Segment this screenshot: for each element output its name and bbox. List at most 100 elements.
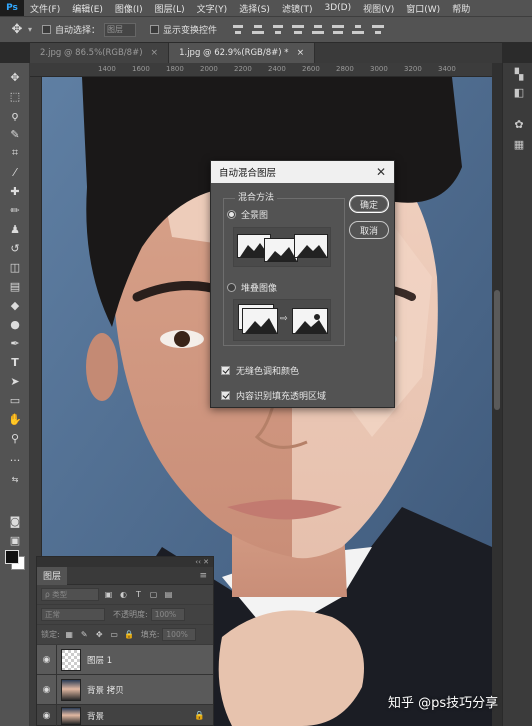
clone-stamp-icon[interactable]: ♟ bbox=[5, 221, 25, 237]
menu-help[interactable]: 帮助 bbox=[446, 2, 476, 15]
panorama-radio[interactable] bbox=[227, 210, 236, 219]
menu-filter[interactable]: 滤镜(T) bbox=[276, 2, 319, 15]
cancel-button[interactable]: 取消 bbox=[349, 221, 389, 239]
filter-pixel-icon[interactable]: ▣ bbox=[103, 589, 114, 600]
seamless-tones-option[interactable]: 无缝色调和颜色 bbox=[221, 364, 299, 377]
stack-radio[interactable] bbox=[227, 283, 236, 292]
filter-smart-object-icon[interactable]: ▤ bbox=[163, 589, 174, 600]
quick-select-tool-icon[interactable]: ✎ bbox=[5, 126, 25, 142]
auto-select-dropdown[interactable]: 图层 bbox=[104, 22, 137, 37]
distribute-center-icon[interactable] bbox=[371, 24, 385, 36]
marquee-tool-icon[interactable]: ⬚ bbox=[5, 88, 25, 104]
panel-menu-icon[interactable]: ≡ bbox=[199, 571, 207, 581]
rectangle-tool-icon[interactable]: ▭ bbox=[5, 392, 25, 408]
close-icon[interactable]: × bbox=[297, 48, 305, 58]
photoshop-logo-icon[interactable]: Ps bbox=[0, 0, 24, 16]
move-tool-icon[interactable]: ✥ bbox=[6, 21, 28, 39]
opacity-field[interactable]: 100% bbox=[150, 608, 185, 621]
filter-type-icon[interactable]: T bbox=[133, 589, 144, 600]
show-transform-checkbox[interactable] bbox=[150, 25, 160, 34]
type-tool-icon[interactable]: T bbox=[5, 354, 25, 370]
ok-button[interactable]: 确定 bbox=[349, 195, 389, 213]
more-tools-icon[interactable]: ··· bbox=[5, 452, 25, 468]
distribute-icon[interactable] bbox=[351, 24, 365, 36]
properties-panel-icon[interactable]: ◧ bbox=[511, 85, 527, 99]
align-right-icon[interactable] bbox=[271, 24, 285, 36]
tab-layers[interactable]: 图层 bbox=[37, 566, 68, 585]
menu-layer[interactable]: 图层(L) bbox=[149, 2, 191, 15]
swap-colors-icon[interactable]: ⇆ bbox=[5, 471, 25, 487]
menu-3d[interactable]: 3D(D) bbox=[318, 3, 357, 13]
history-brush-icon[interactable]: ↺ bbox=[5, 240, 25, 256]
hand-tool-icon[interactable]: ✋ bbox=[5, 411, 25, 427]
swatches-panel-icon[interactable]: ▦ bbox=[511, 137, 527, 151]
quick-mask-icon[interactable]: ◙ bbox=[5, 513, 25, 529]
align-center-icon[interactable] bbox=[251, 24, 265, 36]
lasso-tool-icon[interactable]: ϙ bbox=[5, 107, 25, 123]
align-left-icon[interactable] bbox=[231, 24, 245, 36]
lock-artboard-icon[interactable]: ▭ bbox=[109, 629, 120, 640]
healing-brush-icon[interactable]: ✚ bbox=[5, 183, 25, 199]
fill-label: 填充: bbox=[140, 630, 160, 639]
foreground-color-swatch[interactable] bbox=[5, 550, 19, 564]
auto-select-checkbox[interactable] bbox=[42, 25, 52, 34]
vertical-scrollbar[interactable] bbox=[494, 290, 500, 410]
layer-row[interactable]: ◉ 背景 🔒 bbox=[37, 705, 213, 726]
align-top-icon[interactable] bbox=[291, 24, 305, 36]
chevron-down-icon[interactable]: ▾ bbox=[28, 25, 32, 34]
content-aware-fill-checkbox[interactable] bbox=[221, 391, 230, 400]
layer-row[interactable]: ◉ 背景 拷贝 bbox=[37, 674, 213, 705]
visibility-eye-icon[interactable]: ◉ bbox=[37, 705, 57, 726]
layer-row[interactable]: ◉ 图层 1 bbox=[37, 644, 213, 675]
menu-type[interactable]: 文字(Y) bbox=[191, 2, 234, 15]
menu-file[interactable]: 文件(F) bbox=[24, 2, 66, 15]
horizontal-ruler[interactable]: 1400 1600 1800 2000 2200 2400 2600 2800 … bbox=[30, 63, 502, 77]
menu-image[interactable]: 图像(I) bbox=[109, 2, 149, 15]
screen-mode-icon[interactable]: ▣ bbox=[5, 532, 25, 548]
lock-position-icon[interactable]: ✥ bbox=[94, 629, 105, 640]
tab-1jpg[interactable]: 1.jpg @ 62.9%(RGB/8#) * × bbox=[169, 43, 316, 63]
filter-shape-icon[interactable]: ▢ bbox=[148, 589, 159, 600]
panorama-option[interactable]: 全景图 bbox=[227, 208, 268, 221]
menu-window[interactable]: 窗口(W) bbox=[400, 2, 446, 15]
align-bottom-icon[interactable] bbox=[331, 24, 345, 36]
seamless-tones-checkbox[interactable] bbox=[221, 366, 230, 375]
close-icon[interactable]: ✕ bbox=[376, 165, 386, 179]
stack-option[interactable]: 堆叠图像 bbox=[227, 281, 277, 294]
layer-filter-dropdown[interactable]: ρ 类型 bbox=[41, 588, 99, 601]
brush-tool-icon[interactable]: ✏ bbox=[5, 202, 25, 218]
eyedropper-tool-icon[interactable]: ⁄ bbox=[5, 164, 25, 180]
zoom-tool-icon[interactable]: ⚲ bbox=[5, 430, 25, 446]
move-tool-icon[interactable]: ✥ bbox=[5, 69, 25, 85]
content-aware-fill-option[interactable]: 内容识别填充透明区域 bbox=[221, 389, 326, 402]
menu-select[interactable]: 选择(S) bbox=[233, 2, 276, 15]
blend-mode-dropdown[interactable]: 正常 bbox=[41, 608, 105, 621]
gradient-tool-icon[interactable]: ▤ bbox=[5, 278, 25, 294]
stack-result-icon bbox=[292, 308, 328, 334]
crop-tool-icon[interactable]: ⌗ bbox=[5, 145, 25, 161]
layers-panel-tabs: 图层 ≡ bbox=[37, 566, 213, 585]
blur-tool-icon[interactable]: ◆ bbox=[5, 297, 25, 313]
pen-tool-icon[interactable]: ✒ bbox=[5, 335, 25, 351]
menu-edit[interactable]: 编辑(E) bbox=[66, 2, 109, 15]
menu-view[interactable]: 视图(V) bbox=[357, 2, 400, 15]
filter-adjustment-icon[interactable]: ◐ bbox=[118, 589, 129, 600]
panorama-label: 全景图 bbox=[241, 211, 269, 221]
blend-method-label: 混合方法 bbox=[235, 190, 278, 203]
color-panel-icon[interactable]: ✿ bbox=[511, 117, 527, 131]
eraser-tool-icon[interactable]: ◫ bbox=[5, 259, 25, 275]
visibility-eye-icon[interactable]: ◉ bbox=[37, 674, 57, 705]
lock-transparency-icon[interactable]: ▦ bbox=[64, 629, 75, 640]
tab-2jpg[interactable]: 2.jpg @ 86.5%(RGB/8#) × bbox=[30, 43, 170, 63]
lock-pixels-icon[interactable]: ✎ bbox=[79, 629, 90, 640]
align-middle-icon[interactable] bbox=[311, 24, 325, 36]
lock-all-icon[interactable]: 🔒 bbox=[124, 629, 135, 640]
close-icon[interactable]: × bbox=[151, 48, 159, 58]
dialog-titlebar[interactable]: 自动混合图层 ✕ bbox=[211, 161, 394, 183]
fill-field[interactable]: 100% bbox=[162, 628, 197, 641]
history-panel-icon[interactable]: ▚ bbox=[511, 67, 527, 81]
visibility-eye-icon[interactable]: ◉ bbox=[37, 644, 57, 675]
panel-collapse-icon[interactable]: ‹‹ ✕ bbox=[195, 558, 209, 566]
dodge-tool-icon[interactable]: ● bbox=[5, 316, 25, 332]
path-select-icon[interactable]: ➤ bbox=[5, 373, 25, 389]
